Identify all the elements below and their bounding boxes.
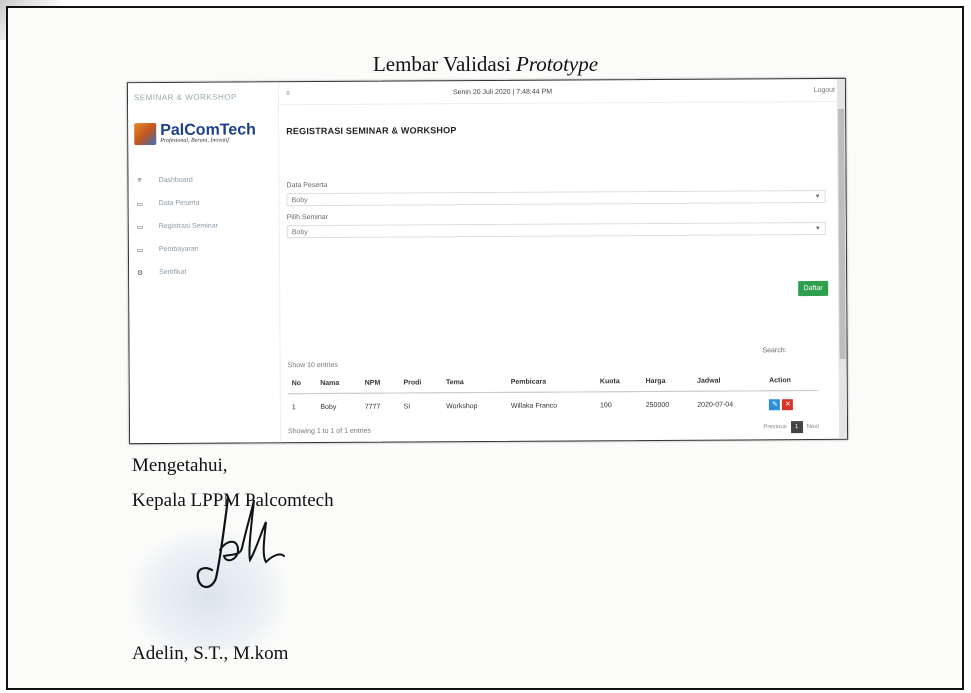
col-header-action: Action — [765, 370, 818, 391]
col-header-kuota[interactable]: Kuota — [595, 372, 642, 392]
col-header-tema[interactable]: Tema — [441, 372, 507, 393]
daftar-button[interactable]: Daftar — [798, 280, 829, 297]
edit-icon[interactable]: ✎ — [769, 399, 781, 411]
show-entries-control[interactable]: Show 10 entries — [288, 362, 338, 369]
cell-tema: Workshop — [446, 403, 478, 411]
registrations-table: No Nama NPM Prodi Tema Pembicara Kuota H… — [287, 370, 818, 421]
sidebar-item-label: Pembayaran — [158, 245, 199, 254]
form-icon: ▭ — [136, 223, 144, 231]
payment-icon: ▭ — [136, 246, 144, 254]
scrollbar[interactable] — [836, 78, 848, 439]
datetime-display: Senin 20 Juli 2020 | 7:48:44 PM — [452, 88, 553, 97]
dashboard-icon: ≡ — [137, 177, 142, 185]
cell-jadwal: 2020-07-04 — [697, 401, 734, 409]
cell-nama: Boby — [320, 403, 337, 412]
logo-text: PalComTech — [160, 121, 256, 139]
sidebar: SEMINAR & WORKSHOP PalComTech Profesiona… — [127, 82, 282, 444]
users-icon: ▭ — [136, 200, 143, 208]
pagination-next[interactable]: Next — [807, 424, 819, 430]
sidebar-item-dashboard[interactable]: ≡ Dashboard — [134, 169, 217, 193]
cell-harga: 250000 — [645, 401, 670, 410]
handwritten-signature — [196, 496, 285, 589]
title-italic-text: Prototype — [516, 52, 599, 76]
peserta-select[interactable]: Boby ▼ — [286, 189, 826, 207]
cell-no: 1 — [291, 404, 296, 412]
sidebar-item-data-peserta[interactable]: ▭ Data Peserta — [135, 192, 218, 216]
sidebar-menu: ≡ Dashboard ▭ Data Peserta ▭ Registrasi Sem… — [134, 169, 218, 285]
document-title: Lembar Validasi Prototype — [0, 52, 971, 77]
prototype-screenshot: SEMINAR & WORKSHOP PalComTech Profesiona… — [126, 77, 849, 445]
seminar-label: Pilih Seminar — [286, 213, 329, 222]
pagination-previous[interactable]: Previous — [763, 424, 786, 430]
seminar-select[interactable]: Boby ▼ — [286, 221, 826, 239]
peserta-label: Data Peserta — [286, 181, 328, 190]
main-content: REGISTRASI SEMINAR & WORKSHOP Data Peser… — [278, 101, 847, 442]
cell-pembicara: Willaka Franco — [510, 402, 558, 410]
app-logo: PalComTech Profesional, Berani, Inovatif — [134, 121, 256, 146]
sidebar-item-label: Sertifikat — [159, 268, 187, 277]
table-info: Showing 1 to 1 of 1 entries — [288, 427, 371, 436]
col-header-no[interactable]: No — [287, 374, 317, 394]
chevron-down-icon: ▼ — [814, 193, 821, 201]
title-text: Lembar Validasi — [372, 52, 511, 76]
cell-action: ✎ ✕ — [765, 390, 818, 418]
col-header-prodi[interactable]: Prodi — [399, 373, 443, 394]
sidebar-item-label: Data Peserta — [158, 199, 200, 208]
cell-kuota: 100 — [600, 402, 612, 410]
pagination-page-current[interactable]: 1 — [790, 421, 803, 434]
seminar-select-value: Boby — [291, 229, 308, 237]
delete-icon[interactable]: ✕ — [782, 399, 794, 411]
logo-icon — [134, 123, 157, 146]
peserta-select-value: Boby — [291, 197, 308, 205]
col-header-pembicara[interactable]: Pembicara — [506, 372, 596, 393]
logout-link[interactable]: Logout — [814, 87, 835, 94]
sidebar-item-registrasi[interactable]: ▭ Registrasi Seminar — [135, 215, 218, 239]
pagination: Previous 1 Next — [763, 421, 819, 434]
acknowledged-label: Mengetahui, — [132, 455, 228, 476]
cell-npm: 7777 — [364, 403, 381, 411]
signer-name: Adelin, S.T., M.kom — [132, 643, 289, 664]
col-header-jadwal[interactable]: Jadwal — [693, 371, 766, 392]
scrollbar-thumb[interactable] — [838, 108, 846, 359]
cell-prodi: SI — [403, 403, 411, 411]
col-header-nama[interactable]: Nama — [316, 373, 361, 394]
gear-icon: ⚙ — [136, 269, 144, 277]
col-header-harga[interactable]: Harga — [641, 371, 694, 392]
menu-toggle-icon[interactable]: ≡ — [286, 90, 290, 97]
chevron-down-icon: ▼ — [814, 225, 821, 232]
app-window-title: SEMINAR & WORKSHOP — [133, 92, 237, 103]
sidebar-item-pembayaran[interactable]: ▭ Pembayaran — [135, 238, 218, 262]
search-label: Search: — [762, 347, 787, 355]
sidebar-item-label: Registrasi Seminar — [158, 222, 218, 231]
col-header-npm[interactable]: NPM — [360, 373, 400, 394]
table-row: 1 Boby 7777 SI Workshop Willaka Franco 1… — [288, 390, 818, 421]
sidebar-item-sertifikat[interactable]: ⚙ Sertifikat — [135, 261, 218, 285]
page-title: REGISTRASI SEMINAR & WORKSHOP — [286, 125, 457, 137]
sidebar-item-label: Dashboard — [158, 176, 193, 185]
